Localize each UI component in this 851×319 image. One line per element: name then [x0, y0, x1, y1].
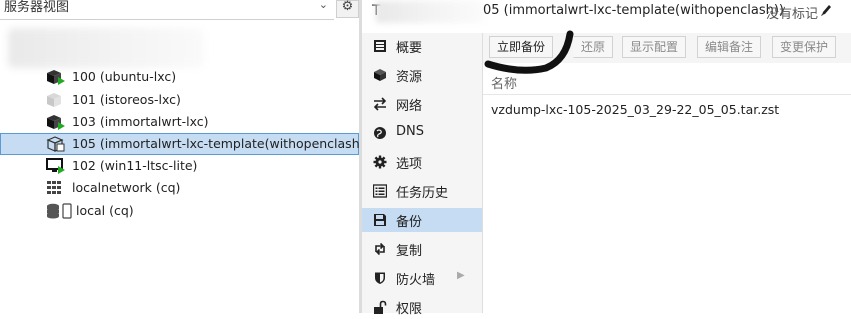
- tree-node-101[interactable]: 101 (istoreos-lxc): [0, 89, 359, 111]
- nav-item-replication[interactable]: 复制: [362, 237, 482, 261]
- page-title: 05 (immortalwrt-lxc-template(withopencla…: [483, 3, 784, 18]
- container-running-icon: [47, 115, 65, 130]
- backup-file-name: vzdump-lxc-105-2025_03_29-22_05_05.tar.z…: [491, 102, 780, 117]
- nav-item-options[interactable]: 选项: [362, 150, 482, 174]
- nav-item-label: 选项: [396, 157, 423, 172]
- nav-item-resources[interactable]: 资源: [362, 63, 482, 87]
- list-icon: [373, 184, 387, 198]
- backup-toolbar: 立即备份 还原 显示配置 编辑备注 变更保护: [483, 33, 851, 63]
- edit-notes-button[interactable]: 编辑备注: [697, 36, 761, 58]
- content-title-bar: T 05 (immortalwrt-lxc-template(withopenc…: [362, 0, 851, 26]
- globe-icon: [374, 127, 386, 139]
- gear-icon: [373, 155, 387, 169]
- nav-item-network[interactable]: 网络: [362, 92, 482, 116]
- tree-node-105-selected[interactable]: 105 (immortalwrt-lxc-template(withopencl…: [0, 133, 369, 155]
- grid-column-header[interactable]: 名称: [483, 71, 851, 95]
- column-name-label: 名称: [491, 77, 518, 92]
- chevron-right-icon: ▶: [457, 270, 465, 281]
- nav-item-label: DNS: [396, 124, 424, 139]
- retweet-icon: [375, 242, 385, 256]
- vm-running-icon: [46, 158, 65, 174]
- resource-tree-panel: 服务器视图 ⌄ ⚙ 100 (ubuntu-lxc) 101 (istoreos…: [0, 0, 369, 313]
- tree-node-localnetwork[interactable]: localnetwork (cq): [0, 177, 359, 199]
- nav-item-task-history[interactable]: 任务历史: [362, 179, 482, 203]
- nav-item-dns[interactable]: DNS: [362, 121, 482, 145]
- nav-item-label: 复制: [396, 244, 423, 259]
- floppy-icon: [374, 214, 386, 226]
- nav-item-summary[interactable]: 概要: [362, 34, 482, 58]
- tree-node-local-storage[interactable]: local (cq): [0, 200, 359, 222]
- tree-node-102[interactable]: 102 (win11-ltsc-lite): [0, 155, 359, 177]
- chevron-down-icon: ⌄: [318, 0, 328, 11]
- nav-item-label: 任务历史: [396, 186, 449, 201]
- tree-settings-gear-icon[interactable]: ⚙: [336, 0, 359, 18]
- nav-item-label: 权限: [396, 302, 423, 317]
- tags-label: 没有标记: [766, 7, 819, 22]
- nav-item-label: 概要: [396, 41, 423, 56]
- nav-item-label: 网络: [396, 99, 423, 114]
- tree-node-label: 100 (ubuntu-lxc): [72, 69, 177, 84]
- redacted-title-part: [376, 1, 484, 23]
- container-template-icon: [46, 136, 65, 152]
- shield-icon: [375, 272, 385, 284]
- tree-node-label: localnetwork (cq): [72, 180, 181, 195]
- cube-icon: [374, 69, 386, 81]
- nav-item-firewall[interactable]: 防火墙 ▶: [362, 266, 482, 290]
- unlock-icon: [374, 300, 387, 314]
- nav-item-backup-active[interactable]: 备份: [362, 208, 482, 232]
- tree-node-label: 105 (immortalwrt-lxc-template(withopencl…: [72, 136, 370, 151]
- view-selector-label: 服务器视图: [4, 0, 70, 15]
- backup-grid: 名称 vzdump-lxc-105-2025_03_29-22_05_05.ta…: [483, 63, 851, 313]
- guest-nav-menu: 概要 资源 网络 DNS 选项 任务历史 备份 复制 防火墙 ▶ 权限: [362, 33, 483, 317]
- redacted-node: [8, 28, 204, 68]
- tree-node-label: 103 (immortalwrt-lxc): [72, 114, 209, 129]
- book-icon: [374, 40, 386, 52]
- tree-node-label: 102 (win11-ltsc-lite): [72, 158, 198, 173]
- backup-now-button[interactable]: 立即备份: [489, 36, 553, 58]
- nav-item-label: 备份: [396, 215, 423, 230]
- pencil-icon[interactable]: [820, 3, 832, 17]
- tree-node-103[interactable]: 103 (immortalwrt-lxc): [0, 111, 359, 133]
- container-running-icon: [47, 70, 65, 85]
- tree-node-100[interactable]: 100 (ubuntu-lxc): [0, 66, 359, 88]
- exchange-icon: [373, 97, 387, 111]
- nav-item-label: 资源: [396, 70, 423, 85]
- view-selector[interactable]: 服务器视图 ⌄: [0, 0, 334, 20]
- nav-item-label: 防火墙: [396, 273, 436, 288]
- storage-icon: [47, 203, 72, 219]
- change-protection-button[interactable]: 变更保护: [772, 36, 836, 58]
- nav-item-permissions[interactable]: 权限: [362, 295, 482, 319]
- tree-node-label: local (cq): [76, 203, 134, 218]
- table-row[interactable]: vzdump-lxc-105-2025_03_29-22_05_05.tar.z…: [483, 99, 851, 123]
- container-stopped-icon: [47, 93, 61, 107]
- show-config-button[interactable]: 显示配置: [622, 36, 686, 58]
- tree-node-label: 101 (istoreos-lxc): [72, 92, 181, 107]
- restore-button[interactable]: 还原: [573, 36, 613, 58]
- network-grid-icon: [47, 181, 61, 194]
